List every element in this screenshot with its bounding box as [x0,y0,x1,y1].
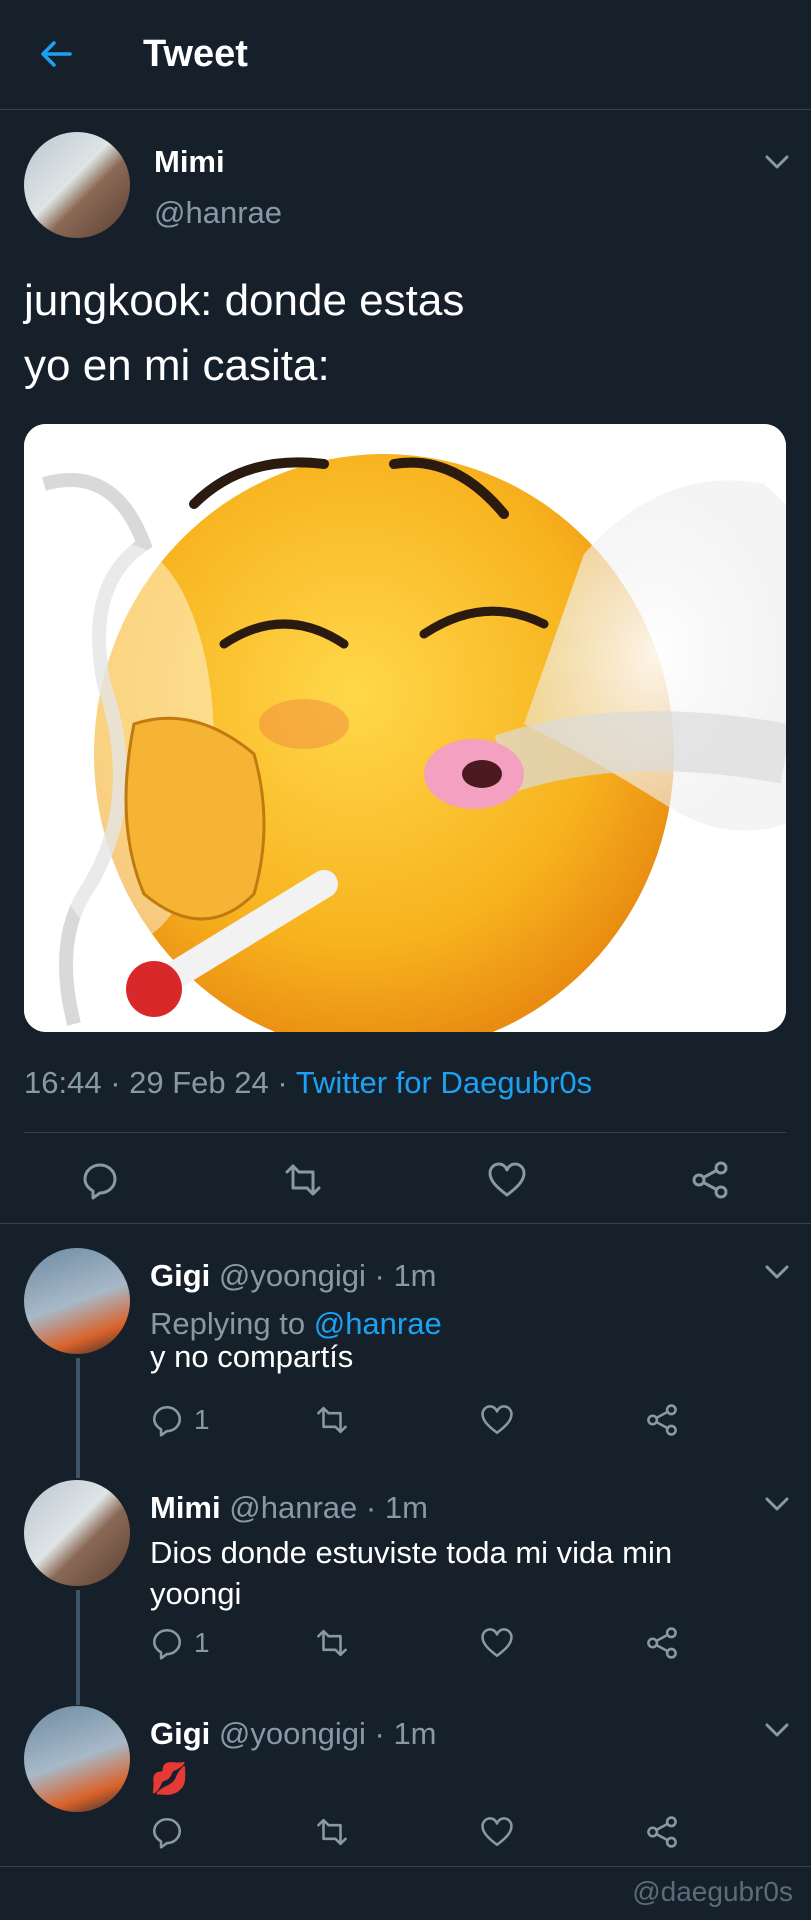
reply-text: y no compartís [150,1339,354,1374]
author-name[interactable]: Mimi [154,144,225,180]
reply-header: Gigi @yoongigi · 1m [150,1258,437,1294]
share-nodes-icon[interactable] [645,1402,679,1438]
heart-icon[interactable] [480,1402,514,1438]
share-nodes-icon[interactable] [690,1160,730,1200]
author-name[interactable]: Mimi [150,1490,221,1525]
author-handle[interactable]: @yoongigi [219,1258,366,1293]
reply-tweet[interactable]: Mimi @hanrae · 1m Dios donde estuviste t… [0,1480,811,1660]
smoking-emoji-image [24,424,786,1032]
meta-separator: · [374,1258,385,1293]
author-handle[interactable]: @yoongigi [219,1716,366,1751]
reply-time: 1m [393,1258,437,1293]
share-nodes-icon[interactable] [645,1814,679,1850]
reply-action[interactable]: 1 [150,1402,210,1438]
reply-header: Gigi @yoongigi · 1m [150,1716,437,1752]
top-bar: Tweet [0,0,811,110]
tweet-time: 16:44 [24,1065,102,1100]
meta-separator: · [277,1065,288,1100]
tweet-image[interactable] [24,424,786,1032]
reply-count: 1 [194,1404,210,1435]
tweet-text-line: jungkook: donde estas [24,276,465,325]
avatar[interactable] [24,1248,130,1354]
avatar[interactable] [24,132,130,238]
chevron-down-icon[interactable] [762,1720,792,1740]
tweet-source-link[interactable]: Twitter for Daegubr0s [296,1065,592,1100]
avatar[interactable] [24,1480,130,1586]
speech-bubble-icon[interactable] [150,1814,184,1850]
retweet-icon[interactable] [315,1814,349,1850]
meta-separator: · [365,1490,377,1525]
avatar[interactable] [24,1706,130,1812]
heart-icon[interactable] [487,1160,527,1200]
reply-text: Dios donde estuviste toda mi vida min yo… [150,1535,673,1611]
arrow-left-icon[interactable] [36,34,76,74]
reply-header: Mimi @hanrae · 1m [150,1490,428,1526]
tweet-text: jungkook: donde estas yo en mi casita: [24,268,784,398]
retweet-icon[interactable] [283,1160,323,1200]
retweet-icon[interactable] [315,1402,349,1438]
speech-bubble-icon [152,1628,182,1660]
main-tweet: Mimi @hanrae jungkook: donde estas yo en… [0,110,811,1223]
reply-count: 1 [194,1627,210,1658]
reply-time: 1m [384,1490,428,1525]
divider [24,1132,786,1133]
tweet-text-line: yo en mi casita: [24,341,330,390]
speech-bubble-icon[interactable] [80,1160,120,1200]
meta-separator: · [110,1065,121,1100]
chevron-down-icon[interactable] [762,1262,792,1282]
divider [0,1223,811,1224]
meta-separator: · [374,1716,385,1751]
share-nodes-icon[interactable] [645,1625,679,1661]
reply-time: 1m [393,1716,437,1751]
reply-action[interactable]: 1 [150,1625,210,1661]
author-handle[interactable]: @hanrae [229,1490,357,1525]
retweet-icon[interactable] [315,1625,349,1661]
watermark: @daegubr0s [632,1876,793,1907]
heart-icon[interactable] [480,1625,514,1661]
author-handle[interactable]: @hanrae [154,195,282,231]
heart-icon[interactable] [480,1814,514,1850]
tweet-metadata: 16:44 · 29 Feb 24 · Twitter for Daegubr0… [24,1065,592,1101]
chevron-down-icon[interactable] [762,1494,792,1514]
reply-tweet[interactable]: Gigi @yoongigi · 1m 💋 [0,1706,811,1856]
author-name[interactable]: Gigi [150,1716,210,1751]
reply-text: 💋 [150,1761,189,1796]
author-name[interactable]: Gigi [150,1258,210,1293]
reply-tweet[interactable]: Gigi @yoongigi · 1m Replying to @hanrae … [0,1248,811,1437]
tweet-date: 29 Feb 24 [129,1065,269,1100]
chevron-down-icon[interactable] [762,152,792,172]
speech-bubble-icon [152,1405,182,1437]
page-title: Tweet [143,33,248,75]
divider [0,1866,811,1867]
